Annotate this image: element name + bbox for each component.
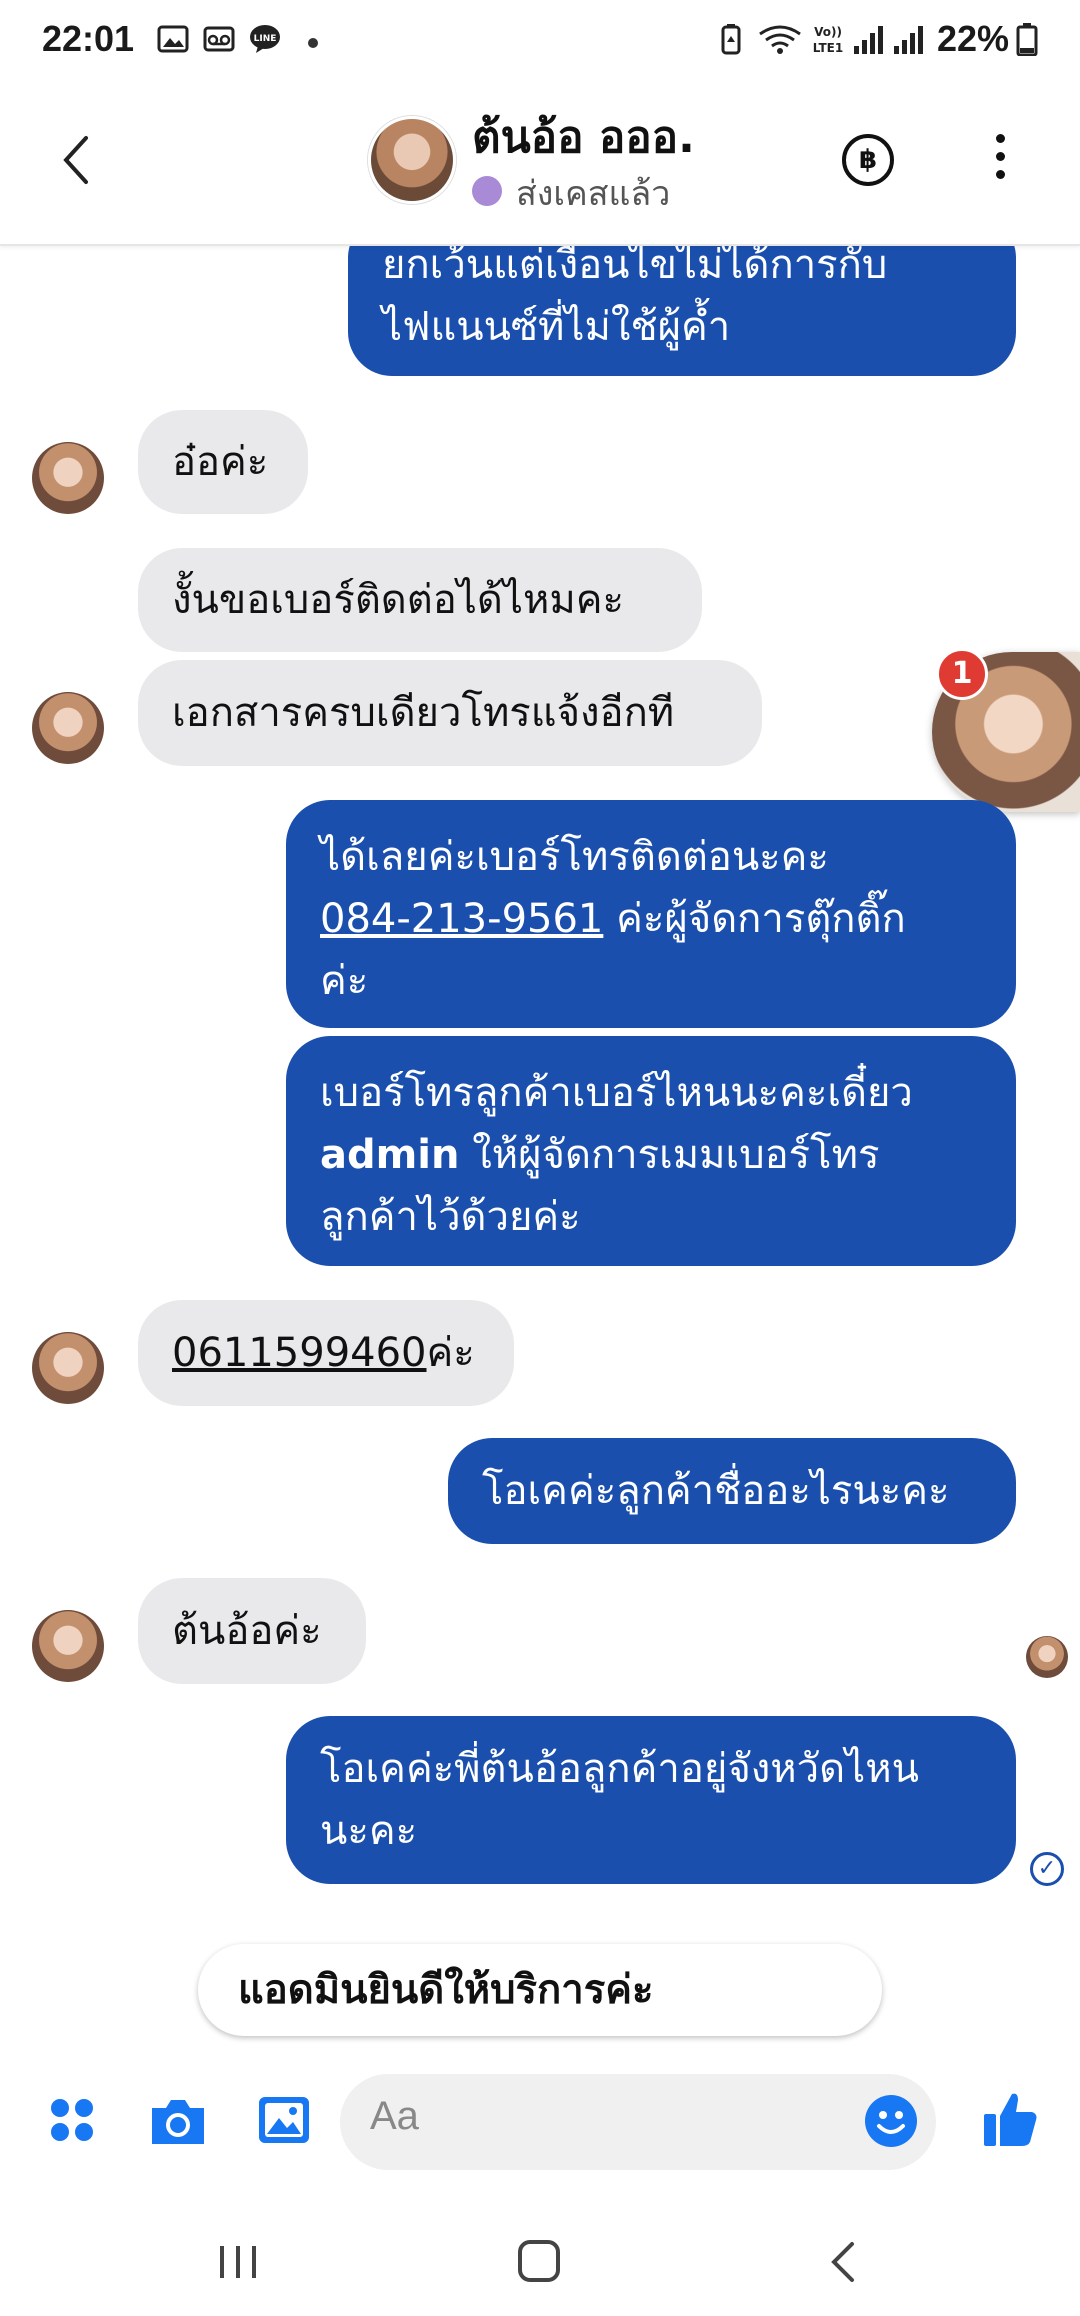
svg-text:LINE: LINE bbox=[254, 34, 277, 44]
contact-avatar[interactable] bbox=[368, 116, 456, 204]
sender-avatar[interactable] bbox=[32, 442, 104, 514]
sender-avatar[interactable] bbox=[32, 1610, 104, 1682]
message-bubble-outgoing[interactable]: โอเคค่ะลูกค้าชื่ออะไรนะคะ bbox=[448, 1438, 1016, 1544]
message-text: โอเคค่ะลูกค้าชื่ออะไรนะคะ bbox=[482, 1468, 950, 1514]
system-nav-bar bbox=[0, 2200, 1080, 2316]
seen-indicator-avatar bbox=[1026, 1636, 1068, 1678]
gallery-icon bbox=[157, 25, 189, 53]
message-line: admin ให้ผู้จัดการเมมเบอร์โทร bbox=[320, 1124, 982, 1186]
message-line: ค่ะ bbox=[320, 958, 369, 1004]
volte-icon: Vo)) LTE1 bbox=[813, 25, 843, 55]
menu-grid-icon[interactable] bbox=[48, 2096, 96, 2144]
message-text: ให้ผู้จัดการเมมเบอร์โทร bbox=[459, 1132, 880, 1178]
gallery-photo-icon[interactable] bbox=[256, 2092, 312, 2148]
message-text: อ๋อค่ะ bbox=[172, 439, 269, 485]
message-line: เบอร์โทรลูกค้าเบอร์ไหนนะคะเดี๋ยว bbox=[320, 1070, 913, 1116]
phone-link[interactable]: 0611599460 bbox=[172, 1330, 427, 1376]
quick-reply-chip[interactable]: แอดมินยินดีให้บริการค่ะ bbox=[198, 1944, 882, 2036]
message-text: ค่ะ bbox=[426, 1330, 475, 1376]
message-bubble-incoming[interactable]: อ๋อค่ะ bbox=[138, 410, 308, 514]
message-text: งั้นขอเบอร์ติดต่อได้ไหมคะ bbox=[172, 577, 624, 623]
contact-status: ส่งเคสแล้ว bbox=[516, 174, 671, 214]
message-line: 084-213-9561 ค่ะผู้จัดการตุ๊กติ๊ก bbox=[320, 888, 982, 950]
camera-icon[interactable] bbox=[148, 2096, 208, 2148]
more-options-icon[interactable] bbox=[990, 134, 1010, 194]
message-line: ไฟแนนซ์ที่ไม่ใช้ผู้ค้ำ bbox=[382, 304, 731, 350]
sender-avatar[interactable] bbox=[32, 692, 104, 764]
battery-icon bbox=[1016, 23, 1038, 56]
back-arrow-icon[interactable] bbox=[52, 128, 104, 192]
message-text: ต้นอ้อค่ะ bbox=[172, 1608, 322, 1654]
chat-header: ต้นอ้อ อออ. ส่งเคสแล้ว ฿ bbox=[0, 82, 1080, 246]
message-line: ลูกค้าไว้ด้วยค่ะ bbox=[320, 1194, 581, 1240]
message-text: เอกสารครบเดียวโทรแจ้งอีกที bbox=[172, 690, 675, 736]
message-bubble-incoming[interactable]: ต้นอ้อค่ะ bbox=[138, 1578, 366, 1684]
message-bubble-outgoing[interactable]: เบอร์โทรลูกค้าเบอร์ไหนนะคะเดี๋ยว admin ใ… bbox=[286, 1036, 1016, 1266]
status-dot bbox=[472, 176, 502, 206]
message-text: ค่ะผู้จัดการตุ๊กติ๊ก bbox=[603, 896, 906, 942]
back-nav-icon[interactable] bbox=[824, 2238, 864, 2286]
message-composer: Aa bbox=[0, 2060, 1080, 2190]
emoji-icon[interactable] bbox=[864, 2094, 918, 2148]
message-bold-text: admin bbox=[320, 1132, 460, 1178]
battery-saver-icon bbox=[721, 24, 741, 55]
thumbs-up-icon[interactable] bbox=[982, 2090, 1038, 2148]
unread-badge: 1 bbox=[936, 648, 988, 700]
home-icon[interactable] bbox=[516, 2238, 562, 2284]
status-bar: 22:01 LINE Vo)) LTE1 22% bbox=[0, 0, 1080, 82]
notification-dot bbox=[308, 38, 318, 48]
sender-avatar[interactable] bbox=[32, 1332, 104, 1404]
payment-baht-icon[interactable]: ฿ bbox=[842, 134, 894, 186]
signal-icon-2 bbox=[894, 26, 923, 54]
wifi-icon bbox=[759, 25, 801, 54]
svg-text:LTE1: LTE1 bbox=[813, 41, 843, 55]
message-bubble-outgoing[interactable]: ได้เลยค่ะเบอร์โทรติดต่อนะคะ 084-213-9561… bbox=[286, 800, 1016, 1028]
contact-name[interactable]: ต้นอ้อ อออ. bbox=[472, 102, 695, 172]
battery-percent: 22% bbox=[937, 18, 1010, 59]
input-placeholder: Aa bbox=[370, 2094, 419, 2138]
message-bubble-incoming[interactable]: 0611599460ค่ะ bbox=[138, 1300, 514, 1406]
message-line: โอเคค่ะพี่ต้นอ้อลูกค้าอยู่จังหวัดไหน bbox=[320, 1746, 919, 1792]
recent-apps-icon[interactable] bbox=[214, 2242, 262, 2282]
message-bubble-outgoing[interactable]: โอเคค่ะพี่ต้นอ้อลูกค้าอยู่จังหวัดไหน นะค… bbox=[286, 1716, 1016, 1884]
svg-text:Vo)): Vo)) bbox=[814, 25, 842, 39]
message-input[interactable]: Aa bbox=[340, 2074, 936, 2170]
message-bubble-incoming[interactable]: งั้นขอเบอร์ติดต่อได้ไหมคะ bbox=[138, 548, 702, 652]
line-app-icon: LINE bbox=[250, 25, 280, 53]
message-line: ได้เลยค่ะเบอร์โทรติดต่อนะคะ bbox=[320, 834, 829, 880]
message-line: นะคะ bbox=[320, 1808, 418, 1854]
status-time: 22:01 bbox=[42, 18, 135, 59]
voicemail-icon bbox=[203, 26, 235, 52]
delivered-check-icon: ✓ bbox=[1030, 1852, 1064, 1886]
signal-icon bbox=[854, 26, 883, 54]
message-bubble-incoming[interactable]: เอกสารครบเดียวโทรแจ้งอีกที bbox=[138, 660, 762, 766]
phone-link[interactable]: 084-213-9561 bbox=[320, 896, 603, 942]
